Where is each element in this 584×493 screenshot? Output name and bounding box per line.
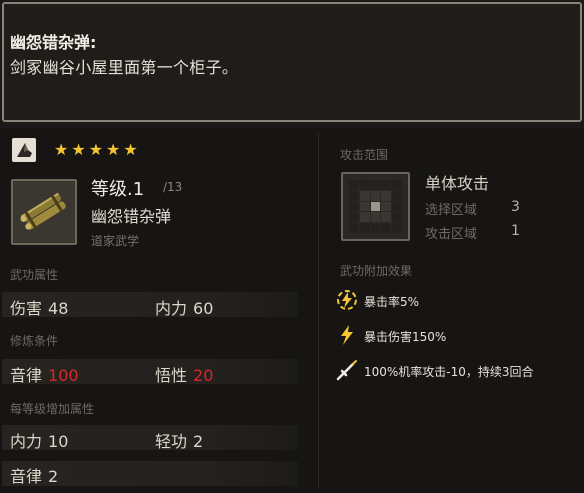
level-max: /13 <box>163 180 183 194</box>
req-yinlv: 音律 100 <box>10 362 79 386</box>
description-title: 幽怨错杂弹: <box>10 33 97 52</box>
per-level-yinlv: 音律 2 <box>10 463 58 487</box>
effect-crit-rate: 暴击率5% <box>364 295 420 309</box>
panel-divider <box>318 133 319 488</box>
per-level-qinggong-label: 轻功 <box>155 432 188 451</box>
per-level-qinggong-value: 2 <box>193 432 204 451</box>
select-area-value: 3 <box>511 199 520 215</box>
lightning-burst-icon <box>335 288 359 312</box>
attr-neili-value: 60 <box>193 299 214 318</box>
attr-damage: 伤害 48 <box>10 295 68 319</box>
per-level-qinggong: 轻功 2 <box>155 428 203 452</box>
attr-neili-label: 内力 <box>155 299 188 318</box>
section-wugong-attrs: 武功属性 <box>10 268 59 282</box>
attr-damage-value: 48 <box>48 299 69 318</box>
section-per-level: 每等级增加属性 <box>10 402 95 416</box>
req-yinlv-label: 音律 <box>10 366 43 385</box>
effect-crit-damage: 暴击伤害150% <box>364 330 447 344</box>
per-level-neili-value: 10 <box>48 432 69 451</box>
per-level-yinlv-value: 2 <box>48 467 59 486</box>
req-wuxing: 悟性 20 <box>155 362 213 386</box>
per-level-neili-label: 内力 <box>10 432 43 451</box>
attack-type: 单体攻击 <box>425 174 490 193</box>
lightning-bolt-icon <box>335 323 359 347</box>
rarity-stars: ★★★★★ <box>54 140 141 159</box>
section-training-req: 修炼条件 <box>10 334 59 348</box>
req-yinlv-value: 100 <box>48 366 79 385</box>
bamboo-scroll-icon <box>11 179 77 245</box>
skill-name: 幽怨错杂弹 <box>91 207 172 226</box>
sword-icon <box>335 358 359 382</box>
per-level-neili: 内力 10 <box>10 428 68 452</box>
attack-range-grid <box>341 172 410 241</box>
level-label: 等级.1 <box>91 179 145 200</box>
attack-area-label: 攻击区域 <box>425 227 478 242</box>
section-attack-range: 攻击范围 <box>340 148 389 162</box>
attr-neili: 内力 60 <box>155 295 213 319</box>
book-page-icon <box>12 138 36 162</box>
per-level-yinlv-label: 音律 <box>10 467 43 486</box>
skill-school: 道家武学 <box>91 234 140 248</box>
description-text: 剑冢幽谷小屋里面第一个柜子。 <box>10 58 239 77</box>
effect-attack-debuff: 100%机率攻击-10，持续3回合 <box>364 365 534 379</box>
attr-damage-label: 伤害 <box>10 299 43 318</box>
target-cell <box>370 201 381 212</box>
attack-area-value: 1 <box>511 223 520 239</box>
section-extra-effects: 武功附加效果 <box>340 264 413 278</box>
req-wuxing-label: 悟性 <box>155 366 188 385</box>
req-wuxing-value: 20 <box>193 366 214 385</box>
select-area-label: 选择区域 <box>425 203 478 218</box>
